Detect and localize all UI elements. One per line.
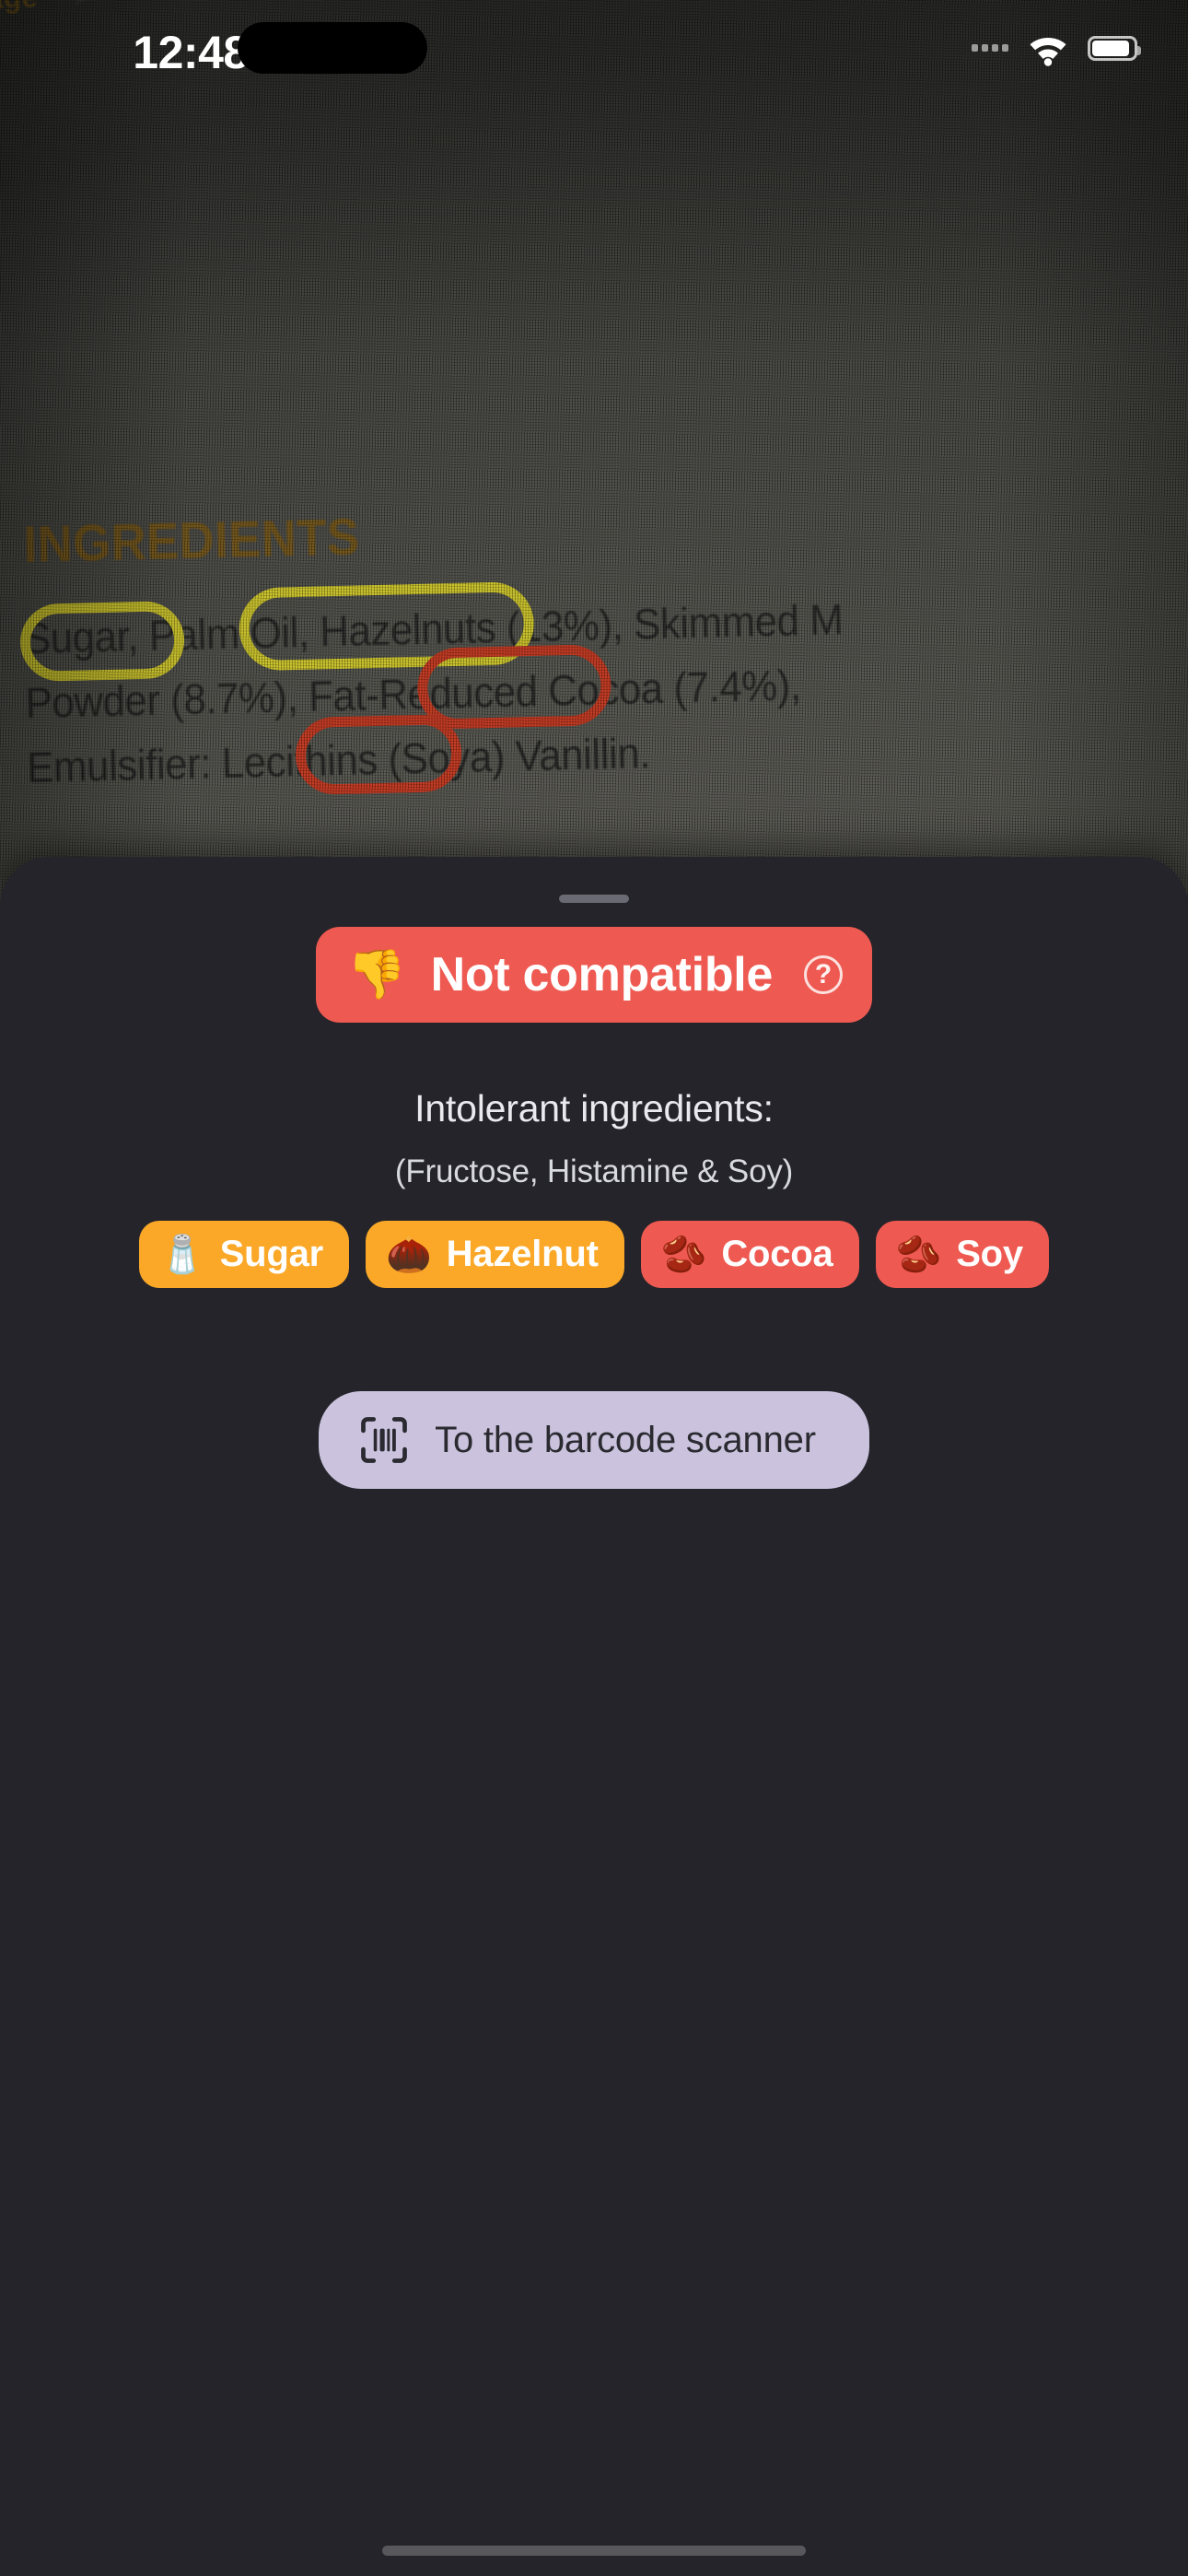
chip-cocoa[interactable]: 🫘 Cocoa (640, 1221, 859, 1288)
intolerant-chip-list: 🧂 Sugar 🌰 Hazelnut 🫘 Cocoa 🫘 Soy (46, 1221, 1142, 1288)
chip-sugar[interactable]: 🧂 Sugar (139, 1221, 350, 1288)
ingredients-paragraph: Sugar, Palm Oil, Hazelnuts (13%), Skimme… (23, 579, 1188, 800)
sheet-drag-handle[interactable] (559, 895, 629, 903)
cellular-dots-icon (972, 44, 1008, 52)
scanner-row: To the barcode scanner (0, 1391, 1188, 1489)
results-bottom-sheet: 👎 Not compatible ? Intolerant ingredient… (0, 857, 1188, 2576)
battery-full-icon (1088, 35, 1141, 61)
thumbs-down-emoji: 👎 (346, 948, 407, 1001)
chip-label: Cocoa (721, 1234, 833, 1274)
home-indicator[interactable] (382, 2546, 806, 2556)
status-bar-indicators (972, 29, 1141, 66)
to-barcode-scanner-button[interactable]: To the barcode scanner (319, 1391, 869, 1489)
chestnut-icon: 🌰 (386, 1234, 432, 1275)
ingredients-line-3: Emulsifier: Lecithins (Soya) Vanillin. (26, 729, 651, 791)
ingredients-line-2: Powder (8.7%), Fat-Reduced Cocoa (7.4%), (25, 661, 802, 727)
intolerant-ingredients-title: Intolerant ingredients: (414, 1087, 774, 1130)
verdict-label: Not compatible (430, 948, 774, 1001)
phone-screen: omepage ▶ PRODUCTS INGREDIENTS Sugar, Pa… (0, 0, 1188, 2576)
help-question-icon[interactable]: ? (804, 955, 844, 994)
ingredients-heading: INGREDIENTS (22, 507, 361, 573)
salt-shaker-icon: 🧂 (159, 1234, 205, 1275)
chip-soy[interactable]: 🫘 Soy (875, 1221, 1049, 1288)
chip-label: Sugar (219, 1234, 324, 1274)
dynamic-island (238, 22, 427, 74)
verdict-banner[interactable]: 👎 Not compatible ? (315, 927, 873, 1023)
wifi-icon (1030, 38, 1066, 66)
ingredients-line-1: Sugar, Palm Oil, Hazelnuts (13%), Skimme… (23, 595, 844, 663)
barcode-scan-icon (361, 1417, 408, 1463)
cocoa-beans-icon: 🫘 (660, 1234, 707, 1275)
verdict-row: 👎 Not compatible ? (0, 927, 1188, 1023)
chip-label: Soy (956, 1234, 1023, 1274)
status-bar: 12:48 (0, 0, 1188, 111)
chip-label: Hazelnut (446, 1234, 599, 1274)
pea-pod-icon: 🫘 (895, 1234, 942, 1275)
intolerant-ingredients-subtitle: (Fructose, Histamine & Soy) (394, 1153, 794, 1189)
chip-hazelnut[interactable]: 🌰 Hazelnut (366, 1221, 624, 1288)
scanner-button-label: To the barcode scanner (435, 1419, 816, 1460)
